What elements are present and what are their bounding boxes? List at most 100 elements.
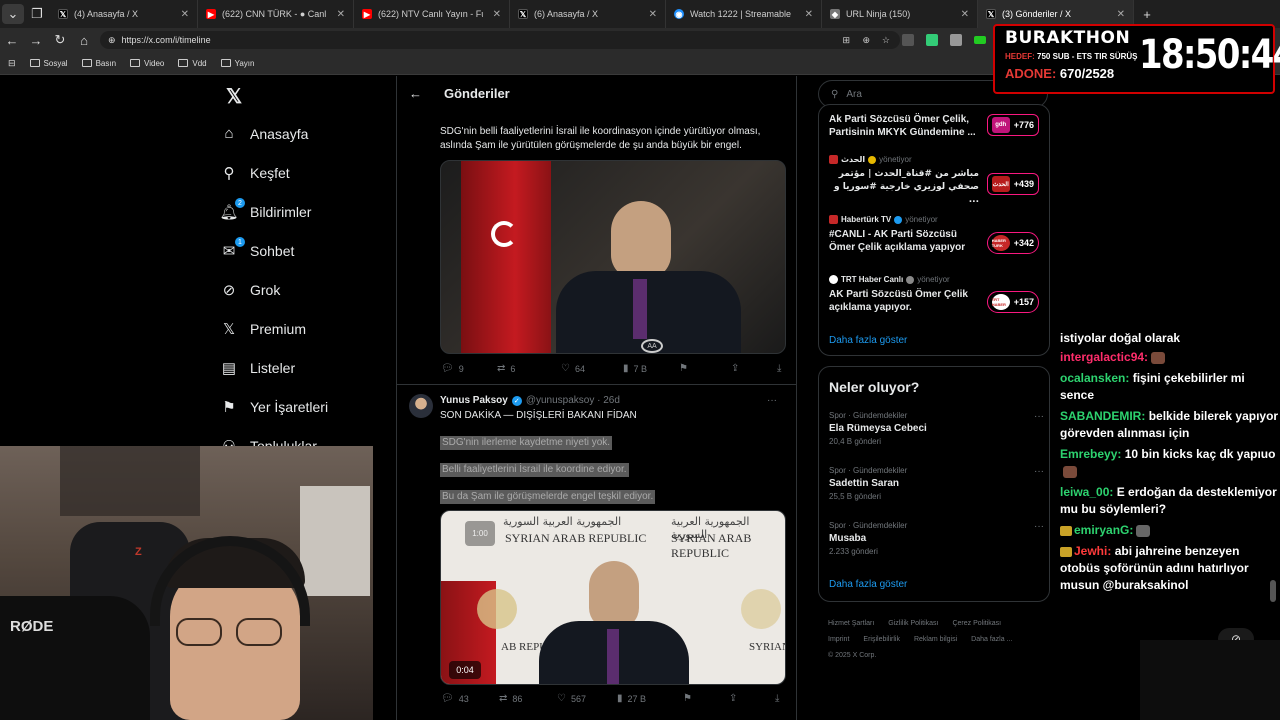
more-options-icon[interactable]: ··· (1034, 411, 1044, 422)
like-button[interactable]: ♡ 64 (561, 363, 623, 374)
tab-actions-chevron-icon[interactable]: ⌄ (2, 4, 24, 24)
site-info-icon[interactable]: ⊕ (108, 35, 116, 46)
footer-link[interactable]: Hizmet Şartları (828, 616, 874, 632)
zoom-icon[interactable]: ⊕ (862, 35, 870, 46)
footer-link[interactable]: Gizlilik Politikası (888, 616, 938, 632)
trend-item[interactable]: Spor · Gündemdekiler Sadettin Saran 25,5… (829, 466, 1044, 501)
chat-username[interactable]: emiryanG: (1074, 523, 1133, 537)
trend-count: 2.233 gönderi (829, 547, 878, 556)
extension-icon[interactable] (974, 36, 986, 44)
close-tab-icon[interactable]: ✕ (493, 9, 501, 20)
chat-username[interactable]: ocalansken: (1060, 371, 1129, 385)
nav-label: Sohbet (250, 242, 295, 259)
browser-tab[interactable]: ◆ URL Ninja (150) ✕ (822, 0, 978, 28)
live-listeners-pill[interactable]: الحدث +439 (986, 173, 1039, 195)
show-more-link[interactable]: Daha fazla göster (829, 579, 907, 590)
live-listeners-pill[interactable]: HABER TURK +342 (986, 232, 1039, 254)
browser-tab[interactable]: ▶ (622) NTV Canlı Yayın - Full HD İz ✕ (354, 0, 510, 28)
trend-item[interactable]: Spor · Gündemdekiler Musaba 2.233 gönder… (829, 521, 1044, 556)
browser-tab[interactable]: 𝕏 (4) Anasayfa / X ✕ (50, 0, 198, 28)
footer-link[interactable]: Çerez Politikası (952, 616, 1001, 632)
download-button[interactable]: ⤓ (775, 693, 779, 704)
forward-icon[interactable]: → (24, 28, 48, 52)
post-image[interactable]: AA (440, 160, 786, 354)
footer-link[interactable]: Erişilebilirlik (863, 632, 900, 648)
close-tab-icon[interactable]: ✕ (1117, 9, 1125, 20)
nav-item-lists[interactable]: ▤ Listeler (220, 348, 390, 387)
x-logo-icon[interactable]: 𝕏 (226, 84, 242, 109)
more-options-icon[interactable]: ··· (767, 395, 777, 406)
repost-button[interactable]: ⇄ 6 (497, 363, 561, 374)
close-tab-icon[interactable]: ✕ (961, 9, 969, 20)
share-button[interactable]: ⇪ (731, 363, 777, 374)
workspaces-icon[interactable]: ❐ (24, 2, 50, 26)
extension-icon[interactable] (902, 34, 914, 46)
repost-button[interactable]: ⇄ 86 (499, 693, 557, 704)
new-tab-icon[interactable]: + (1134, 2, 1160, 26)
reply-button[interactable]: 💬︎ 43 (441, 693, 499, 704)
host-status: yönetiyor (905, 215, 938, 224)
bookmark-folder[interactable]: Basın (81, 59, 116, 68)
bookmark-button[interactable]: ⚑ (683, 693, 729, 704)
scrollbar-thumb[interactable] (1270, 580, 1276, 602)
x-favicon-icon: 𝕏 (518, 9, 528, 19)
chat-message: istiyolar doğal olarak (1060, 330, 1280, 345)
views-button[interactable]: ▮ 27 B (617, 693, 683, 704)
home-browser-icon[interactable]: ⌂ (72, 28, 96, 52)
url-field[interactable]: ⊕ https://x.com/i/timeline ⊞ ⊕ ☆ (100, 31, 900, 49)
nav-item-grok[interactable]: ⊘ Grok (220, 270, 390, 309)
share-button[interactable]: ⇪ (729, 693, 775, 704)
tab-title: (4) Anasayfa / X (74, 9, 139, 19)
live-listeners-pill[interactable]: gdh +776 (986, 114, 1039, 136)
live-listeners-pill[interactable]: TRT HABER +157 (986, 291, 1039, 313)
close-tab-icon[interactable]: ✕ (805, 9, 813, 20)
extension-icon[interactable] (926, 34, 938, 46)
trend-item[interactable]: Spor · Gündemdekiler Ela Rümeysa Cebeci … (829, 411, 1044, 446)
nav-item-premium[interactable]: 𝕏 Premium (220, 309, 390, 348)
trend-category: Spor · Gündemdekiler (829, 411, 908, 420)
nav-item-home[interactable]: ⌂ Anasayfa (220, 114, 390, 153)
back-icon[interactable]: ← (0, 28, 24, 52)
nav-label: Keşfet (250, 164, 290, 181)
bookmark-folder[interactable]: Yayın (220, 59, 254, 68)
bookmark-folder[interactable]: Video (130, 59, 164, 68)
nav-item-bookmarks[interactable]: ⚑ Yer İşaretleri (220, 387, 390, 426)
footer-link[interactable]: Reklam bilgisi (914, 632, 957, 648)
chat-username[interactable]: Jewhi: (1074, 544, 1111, 558)
views-button[interactable]: ▮ 7 B (623, 363, 679, 374)
show-more-link[interactable]: Daha fazla göster (829, 335, 907, 346)
reply-button[interactable]: 💬︎ 9 (441, 363, 497, 374)
chat-username[interactable]: SABANDEMIR: (1060, 409, 1145, 423)
more-options-icon[interactable]: ··· (1034, 521, 1044, 532)
like-button[interactable]: ♡ 567 (557, 693, 617, 704)
chat-username[interactable]: leiwa_00: (1060, 485, 1113, 499)
nav-item-explore[interactable]: ⚲ Keşfet (220, 153, 390, 192)
bookmark-button[interactable]: ⚑ (679, 363, 731, 374)
post-video[interactable]: الجمهورية العربية السورية الجمهورية العر… (440, 510, 786, 685)
browser-tab[interactable]: ▶ (622) CNN TÜRK - ● Canlı Yayın ✕ (198, 0, 354, 28)
download-button[interactable]: ⤓ (777, 363, 781, 374)
favorite-star-icon[interactable]: ☆ (882, 35, 890, 46)
close-tab-icon[interactable]: ✕ (337, 9, 345, 20)
close-tab-icon[interactable]: ✕ (181, 9, 189, 20)
nav-item-chat[interactable]: ✉ 1 Sohbet (220, 231, 390, 270)
nav-item-notifications[interactable]: 🔔︎ 2 Bildirimler (219, 192, 390, 231)
author-name[interactable]: Yunus Paksoy (440, 395, 508, 406)
footer-link[interactable]: Daha fazla ... (971, 632, 1012, 648)
chat-username[interactable]: intergalactic94: (1060, 350, 1148, 364)
bookmark-folder[interactable]: Sosyal (29, 59, 68, 68)
browser-tab[interactable]: ◉ Watch 1222 | Streamable ✕ (666, 0, 822, 28)
bookmark-folder[interactable]: Vdd (178, 59, 207, 68)
footer-link[interactable]: Imprint (828, 632, 849, 648)
chat-username[interactable]: Emrebeyy: (1060, 447, 1121, 461)
reader-icon[interactable]: ⊞ (842, 35, 850, 46)
browser-tab[interactable]: 𝕏 (6) Anasayfa / X ✕ (510, 0, 666, 28)
bookmark-manager-icon[interactable]: ⊟ (8, 58, 16, 69)
avatar[interactable] (409, 394, 433, 418)
folder-icon (29, 59, 40, 67)
more-options-icon[interactable]: ··· (1034, 466, 1044, 477)
close-tab-icon[interactable]: ✕ (649, 9, 657, 20)
reload-icon[interactable]: ↻ (48, 28, 72, 52)
extension-icon[interactable] (950, 34, 962, 46)
back-arrow-icon[interactable]: ← (409, 86, 422, 101)
